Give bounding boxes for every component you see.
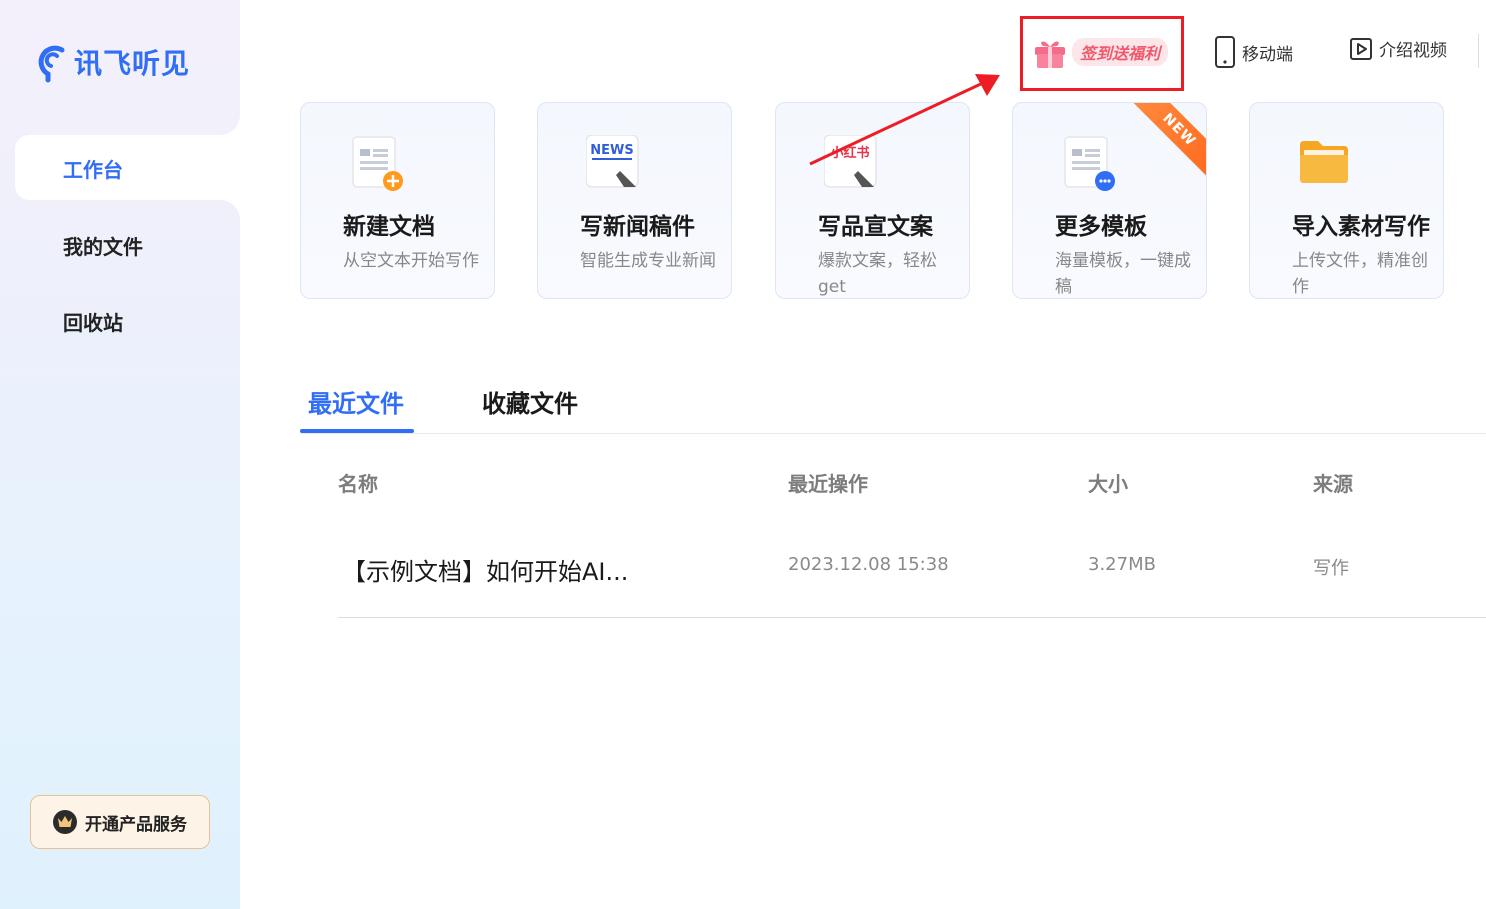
tab-favorite-files[interactable]: 收藏文件 <box>482 384 578 419</box>
intro-video-label: 介绍视频 <box>1379 41 1447 61</box>
folder-icon <box>1300 141 1348 183</box>
phone-icon <box>1215 36 1235 68</box>
upgrade-label: 开通产品服务 <box>85 814 187 835</box>
sidebar-item-workbench[interactable]: 工作台 <box>63 154 123 183</box>
tab-divider <box>300 433 1486 434</box>
xiaohongshu-icon-label: 小红书 <box>830 145 869 161</box>
card-title: 更多模板 <box>1055 214 1147 240</box>
sidebar-item-my-files[interactable]: 我的文件 <box>63 231 143 260</box>
column-header-last-action[interactable]: 最近操作 <box>788 468 868 497</box>
sidebar-active-bg <box>15 135 255 200</box>
news-icon: NEWS <box>586 135 639 188</box>
card-desc: 上传文件，精准创作 <box>1292 251 1428 297</box>
column-header-source[interactable]: 来源 <box>1313 468 1353 497</box>
app-window: 讯飞听见 工作台 我的文件 回收站 开通产品服务 签到送福利 移动端 介绍视频 … <box>0 0 1486 909</box>
table-row-divider <box>338 617 1486 618</box>
card-news-draft[interactable]: NEWS 写新闻稿件 智能生成专业新闻 <box>537 102 732 299</box>
file-name-cell[interactable]: 【示例文档】如何开始AI... <box>342 552 628 587</box>
sidebar-item-recycle-bin[interactable]: 回收站 <box>63 307 123 336</box>
logo-text: 讯飞听见 <box>74 47 191 80</box>
template-icon <box>1064 136 1115 191</box>
crown-icon <box>53 810 77 834</box>
xiaohongshu-icon: 小红书 <box>824 135 877 188</box>
mobile-app-link[interactable]: 移动端 <box>1214 36 1293 68</box>
logo[interactable]: 讯飞听见 <box>36 40 190 84</box>
card-more-templates[interactable]: NEW 更多模板 海量模板，一键成稿 <box>1012 102 1207 299</box>
gift-icon <box>1035 41 1065 68</box>
upgrade-service-button[interactable]: 开通产品服务 <box>30 795 210 849</box>
signin-reward-label: 签到送福利 <box>1072 38 1169 66</box>
card-desc: 海量模板，一键成稿 <box>1055 251 1191 297</box>
ear-logo-icon <box>38 45 65 83</box>
card-desc: 智能生成专业新闻 <box>580 251 716 271</box>
card-title: 新建文档 <box>343 214 435 240</box>
card-title: 写品宣文案 <box>818 214 933 240</box>
nav-notch <box>215 200 240 224</box>
file-size-cell: 3.27MB <box>1088 554 1156 575</box>
play-video-icon <box>1350 37 1372 60</box>
new-doc-icon <box>352 136 403 191</box>
card-desc: 爆款文案，轻松get <box>818 251 937 297</box>
card-brand-copy[interactable]: 小红书 写品宣文案 爆款文案，轻松get <box>775 102 970 299</box>
card-desc: 从空文本开始写作 <box>343 251 479 271</box>
file-source-cell: 写作 <box>1313 558 1349 579</box>
new-badge: NEW <box>1130 103 1206 179</box>
file-time-cell: 2023.12.08 15:38 <box>788 554 949 575</box>
intro-video-link[interactable]: 介绍视频 <box>1349 36 1447 61</box>
card-title: 写新闻稿件 <box>580 214 695 240</box>
card-import-material[interactable]: 导入素材写作 上传文件，精准创作 <box>1249 102 1444 299</box>
news-icon-label: NEWS <box>590 143 633 158</box>
column-header-name[interactable]: 名称 <box>338 468 378 497</box>
nav-notch <box>215 111 240 135</box>
signin-reward-button[interactable]: 签到送福利 <box>1030 34 1176 70</box>
card-title: 导入素材写作 <box>1292 214 1430 240</box>
mobile-app-label: 移动端 <box>1242 44 1293 65</box>
tab-recent-files[interactable]: 最近文件 <box>308 384 404 419</box>
topbar-divider <box>1478 34 1479 68</box>
column-header-size[interactable]: 大小 <box>1088 468 1128 497</box>
card-new-document[interactable]: 新建文档 从空文本开始写作 <box>300 102 495 299</box>
